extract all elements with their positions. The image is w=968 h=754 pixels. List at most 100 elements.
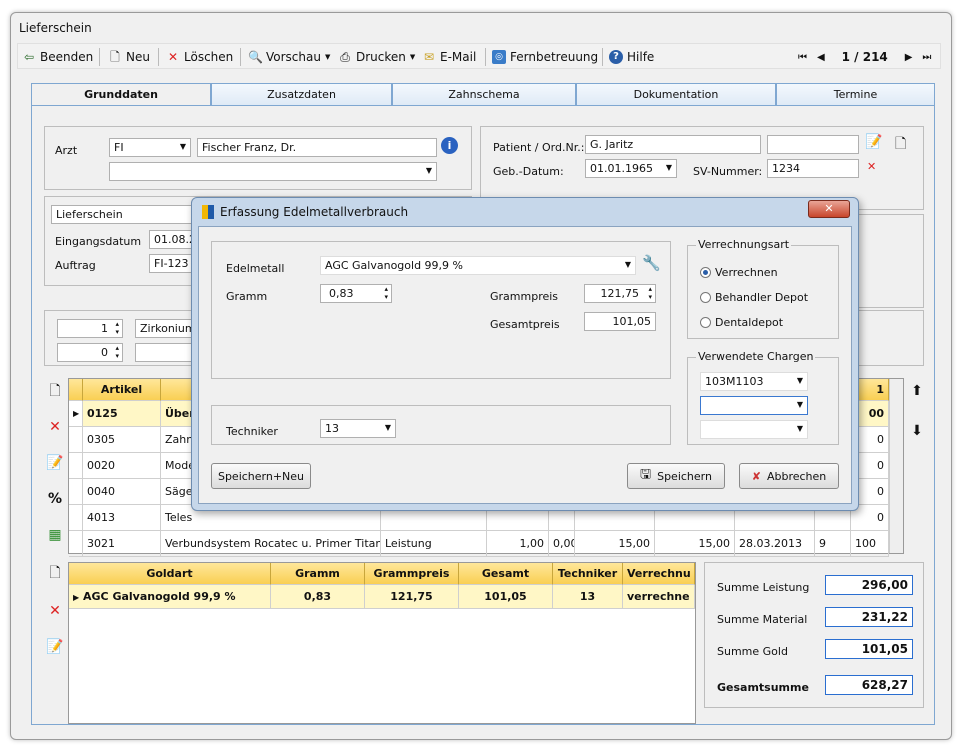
col-goldart[interactable]: Goldart xyxy=(69,563,271,585)
gold-cell-gramm[interactable]: 0,83 xyxy=(271,585,365,609)
row-pointer[interactable]: ▶ xyxy=(69,401,83,427)
speichern-neu-button[interactable]: Speichern+Neu xyxy=(211,463,311,489)
move-down-button[interactable]: ⬇ xyxy=(906,420,928,442)
row-pointer[interactable] xyxy=(69,531,83,557)
material-field-2[interactable] xyxy=(135,343,195,362)
grammpreis-stepper[interactable]: 121,75 xyxy=(584,284,656,303)
drucken-button[interactable]: ⎙ Drucken ▼ xyxy=(338,48,415,66)
article-cell-qty[interactable]: 1,00 xyxy=(487,531,549,557)
col-gesamt[interactable]: Gesamt xyxy=(459,563,553,585)
qty-b-stepper[interactable]: 0 xyxy=(57,343,123,362)
arzt-second-select[interactable] xyxy=(109,162,437,181)
article-cell-type[interactable]: Leistung xyxy=(381,531,487,557)
delete-gold-button[interactable]: ✕ xyxy=(44,600,66,622)
gold-cell-goldart[interactable]: AGC Galvanogold 99,9 % xyxy=(69,585,271,609)
articles-scrollbar[interactable] xyxy=(889,379,903,553)
article-cell-date[interactable]: 28.03.2013 xyxy=(735,531,815,557)
move-up-button[interactable]: ⬆ xyxy=(906,380,928,402)
email-button[interactable]: ✉ E-Mail xyxy=(422,48,476,66)
charge-3-select[interactable] xyxy=(700,420,808,439)
dialog-close-button[interactable]: ✕ xyxy=(808,200,850,218)
row-pointer[interactable] xyxy=(69,453,83,479)
article-cell-code[interactable]: 4013 xyxy=(83,505,161,531)
new-document-icon[interactable]: 🗋 xyxy=(895,133,906,157)
delete-article-button[interactable]: ✕ xyxy=(44,416,66,438)
gold-cell-grammpreis[interactable]: 121,75 xyxy=(365,585,459,609)
tab-grunddaten[interactable]: Grunddaten xyxy=(31,83,211,107)
article-cell-pct[interactable]: 100 xyxy=(851,531,889,557)
row-pointer[interactable] xyxy=(69,427,83,453)
fernbetreuung-button[interactable]: ◎ Fernbetreuung xyxy=(492,48,598,66)
row-pointer[interactable] xyxy=(69,505,83,531)
clear-icon[interactable]: ✕ xyxy=(867,160,876,173)
gesamtpreis-field[interactable]: 101,05 xyxy=(584,312,656,331)
article-cell-code[interactable]: 0020 xyxy=(83,453,161,479)
gold-cell-gesamt[interactable]: 101,05 xyxy=(459,585,553,609)
col-gramm[interactable]: Gramm xyxy=(271,563,365,585)
radio-verrechnen[interactable]: Verrechnen xyxy=(700,266,778,279)
charge-1-select[interactable]: 103M1103 xyxy=(700,372,808,391)
loeschen-button[interactable]: ✕ Löschen xyxy=(166,48,233,66)
article-cell-total[interactable]: 15,00 xyxy=(655,531,735,557)
first-record-icon[interactable]: ⏮ xyxy=(798,52,807,63)
hilfe-button[interactable]: ? Hilfe xyxy=(609,48,654,66)
wrench-icon[interactable]: 🔧 xyxy=(642,254,661,272)
patient-field[interactable]: G. Jaritz xyxy=(585,135,761,154)
sv-field[interactable]: 1234 xyxy=(767,159,859,178)
gold-cell-techniker[interactable]: 13 xyxy=(553,585,623,609)
edit-icon[interactable]: 📝 xyxy=(865,134,882,150)
edit-article-button[interactable]: 📝 xyxy=(44,452,66,474)
arzt-code-select[interactable]: FI xyxy=(109,138,191,157)
article-cell-name[interactable]: Verbundsystem Rocatec u. Primer Titan/Zi xyxy=(161,531,381,557)
radio-behandler-depot[interactable]: Behandler Depot xyxy=(700,291,808,304)
article-cell-code[interactable]: 0040 xyxy=(83,479,161,505)
article-cell-price[interactable]: 15,00 xyxy=(575,531,655,557)
col-artikel[interactable]: Artikel xyxy=(83,379,161,401)
chargen-label: Verwendete Chargen xyxy=(696,350,816,363)
article-cell-disc[interactable]: 0,00 xyxy=(549,531,575,557)
charge-2-select[interactable] xyxy=(700,396,808,415)
grammpreis-label: Grammpreis xyxy=(490,290,559,303)
edit-gold-button[interactable]: 📝 xyxy=(44,636,66,658)
material-field[interactable]: Zirkonium xyxy=(135,319,195,338)
row-pointer[interactable] xyxy=(69,479,83,505)
col-grammpreis[interactable]: Grammpreis xyxy=(365,563,459,585)
tab-zusatzdaten[interactable]: Zusatzdaten xyxy=(211,83,392,105)
next-record-icon[interactable]: ▶ xyxy=(905,52,913,63)
col-verrechnung[interactable]: Verrechnu xyxy=(623,563,695,585)
info-icon[interactable]: i xyxy=(441,137,458,154)
printer-icon: ⎙ xyxy=(340,50,350,64)
article-cell-tech[interactable]: 9 xyxy=(815,531,851,557)
tab-termine[interactable]: Termine xyxy=(776,83,935,105)
excel-button[interactable]: ▦ xyxy=(44,524,66,546)
patient-extra-field[interactable] xyxy=(767,135,859,154)
exit-icon: ⇦ xyxy=(23,50,35,64)
edelmetall-select[interactable]: AGC Galvanogold 99,9 % xyxy=(320,256,636,275)
speichern-button[interactable]: 🖫 Speichern xyxy=(627,463,725,489)
techniker-select[interactable]: 13 xyxy=(320,419,396,438)
beenden-button[interactable]: ⇦ Beenden xyxy=(22,48,93,66)
percent-button[interactable]: % xyxy=(44,488,66,510)
summe-material-value: 231,22 xyxy=(825,607,913,627)
arzt-name-field[interactable]: Fischer Franz, Dr. xyxy=(197,138,437,157)
last-record-icon[interactable]: ⏭ xyxy=(922,52,931,63)
article-cell-code[interactable]: 3021 xyxy=(83,531,161,557)
geb-date-field[interactable]: 01.01.1965 xyxy=(585,159,677,178)
gramm-stepper[interactable]: 0,83 xyxy=(320,284,392,303)
gold-cell-verrechnung[interactable]: verrechne xyxy=(623,585,695,609)
new-article-button[interactable]: 🗋 xyxy=(44,380,66,402)
neu-button[interactable]: 🗋 Neu xyxy=(108,48,150,66)
article-cell-code[interactable]: 0125 xyxy=(83,401,161,427)
tab-dokumentation[interactable]: Dokumentation xyxy=(576,83,776,105)
abbrechen-button[interactable]: ✘ Abbrechen xyxy=(739,463,839,489)
radio-dentaldepot[interactable]: Dentaldepot xyxy=(700,316,783,329)
vorschau-button[interactable]: 🔍 Vorschau ▼ xyxy=(248,48,330,66)
col-techniker[interactable]: Techniker xyxy=(553,563,623,585)
sv-label: SV-Nummer: xyxy=(693,165,763,178)
article-cell-code[interactable]: 0305 xyxy=(83,427,161,453)
qty-a-stepper[interactable]: 1 xyxy=(57,319,123,338)
new-gold-button[interactable]: 🗋 xyxy=(44,562,66,584)
prev-record-icon[interactable]: ◀ xyxy=(817,52,825,63)
arzt-label: Arzt xyxy=(55,144,78,157)
tab-zahnschema[interactable]: Zahnschema xyxy=(392,83,576,105)
